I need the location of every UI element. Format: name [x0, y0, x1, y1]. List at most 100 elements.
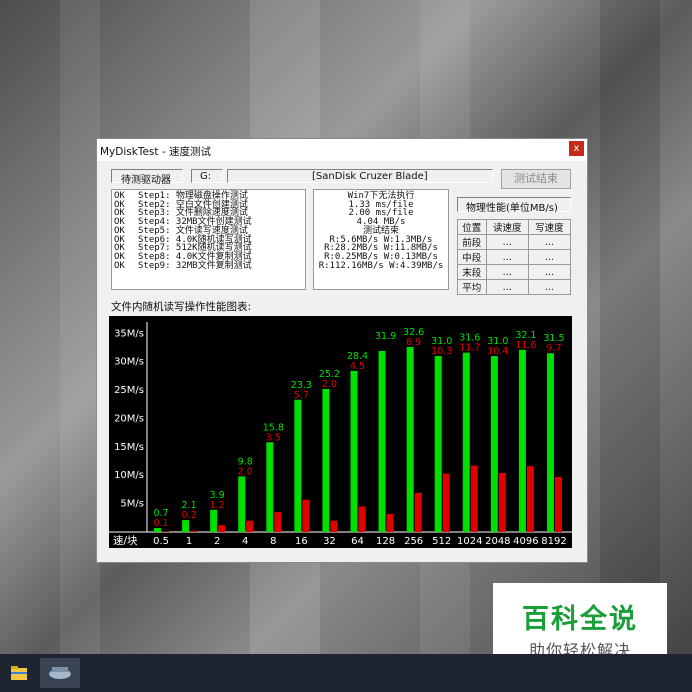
drive-letter: G: [200, 171, 212, 182]
perf-write: ... [527, 234, 572, 250]
x-tick-label: 8 [270, 536, 276, 547]
bar-write [442, 473, 450, 532]
disk-test-app-icon[interactable] [40, 658, 80, 688]
data-label-write: 6.9 [406, 337, 421, 348]
data-label-write: 0.2 [182, 510, 197, 521]
bar-write [246, 520, 254, 532]
data-label-write: 3.5 [266, 432, 281, 443]
perf-title-box: 物理性能(单位MB/s) [457, 197, 571, 214]
taskbar [0, 654, 692, 692]
perf-header-write: 写速度 [527, 219, 572, 235]
bar-read [518, 349, 526, 532]
finish-test-button[interactable]: 测试结束 [501, 169, 571, 189]
bar-write [554, 476, 562, 532]
bar-read [406, 346, 414, 532]
x-tick-label: 4 [242, 536, 248, 547]
bar-write [302, 499, 310, 532]
chart-svg: 5M/s10M/s15M/s20M/s25M/s30M/s35M/s速/块0.7… [109, 322, 572, 547]
x-tick-label: 2 [214, 536, 220, 547]
perf-write: ... [527, 249, 572, 265]
bar-read [350, 370, 358, 532]
steps-panel: OK Step1: 物理磁盘操作测试 OK Step2: 空白文件创建测试 OK Step… [111, 189, 306, 290]
x-tick-label: 1 [186, 536, 192, 547]
bar-read [490, 356, 498, 532]
x-tick-label: 4096 [513, 536, 538, 547]
bar-read [462, 352, 470, 532]
data-label-write: 2.0 [322, 379, 337, 390]
bar-read [546, 353, 554, 532]
data-label-read: 31.9 [375, 331, 396, 342]
y-tick-label: 15M/s [114, 442, 144, 453]
bar-read [210, 509, 218, 532]
bar-read [378, 350, 386, 532]
perf-header-read: 读速度 [485, 219, 529, 235]
x-tick-label: 256 [404, 536, 423, 547]
perf-pos: 末段 [457, 264, 487, 280]
y-tick-label: 10M/s [114, 470, 144, 481]
data-label-write: 9.7 [546, 343, 561, 354]
y-tick-label: 30M/s [114, 357, 144, 368]
perf-write: ... [527, 264, 572, 280]
chart-title: 文件内随机读写操作性能图表: [111, 301, 252, 313]
bar-write [386, 513, 394, 532]
perf-table: 位置 读速度 写速度 前段 ... ... 中段 ... ... 末段 ... … [457, 219, 572, 295]
x-tick-label: 16 [295, 536, 308, 547]
perf-header-pos: 位置 [457, 219, 487, 235]
x-tick-label: 32 [323, 536, 336, 547]
drive-name-box: [SanDisk Cruzer Blade] [227, 169, 493, 183]
y-tick-label: 25M/s [114, 385, 144, 396]
perf-pos: 平均 [457, 279, 487, 295]
data-label-write: 11.6 [515, 340, 536, 351]
y-tick-label: 20M/s [114, 413, 144, 424]
perf-read: ... [485, 264, 529, 280]
data-label-write: 5.7 [294, 390, 309, 401]
bar-write [274, 512, 282, 532]
bar-write [414, 492, 422, 532]
bar-write [498, 472, 506, 532]
x-tick-label: 64 [351, 536, 364, 547]
perf-read: ... [485, 279, 529, 295]
drive-label: 待测驱动器 [121, 175, 171, 186]
x-tick-label: 1024 [457, 536, 482, 547]
bar-read [294, 399, 302, 532]
bar-read [266, 442, 274, 532]
result-line: R:112.16MB/s W:4.39MB/s [318, 260, 444, 271]
x-tick-label: 8192 [541, 536, 566, 547]
perf-title: 物理性能(单位MB/s) [466, 203, 558, 214]
bar-write [330, 520, 338, 532]
data-label-write: 10.3 [431, 346, 452, 357]
perf-write: ... [527, 279, 572, 295]
perf-read: ... [485, 234, 529, 250]
data-label-write: 1.2 [210, 500, 225, 511]
mydisktest-window: MyDiskTest - 速度测试 x 待测驱动器 G: [SanDisk Cr… [96, 138, 588, 563]
perf-pos: 前段 [457, 234, 487, 250]
step-text: Step9: 32MB文件复制测试 [138, 260, 252, 271]
close-button[interactable]: x [569, 141, 584, 156]
drive-label-box: 待测驱动器 [111, 169, 183, 186]
bar-write [190, 530, 198, 532]
file-explorer-icon[interactable] [4, 658, 34, 688]
drive-name: [SanDisk Cruzer Blade] [312, 171, 428, 182]
data-label-write: 0.1 [153, 518, 168, 529]
bar-read [434, 356, 442, 532]
bar-read [238, 476, 246, 532]
results-list: Win7下无法执行 1.33 ms/file 2.00 ms/file 4.04 MB… [314, 192, 448, 270]
bar-read [182, 520, 190, 532]
y-tick-label: 35M/s [114, 328, 144, 339]
bar-write [470, 465, 478, 532]
x-axis-label: 速/块 [113, 535, 138, 547]
bar-write [358, 506, 366, 532]
performance-chart: 5M/s 10M/s 15M/s 20M/s 25M/s 30M/s 35M/s 速/块 0.7… [109, 316, 572, 548]
x-tick-label: 128 [376, 536, 395, 547]
data-label-write: 11.7 [459, 343, 480, 354]
data-label-write: 4.5 [350, 361, 365, 372]
step-row: OK Step9: 32MB文件复制测试 [114, 260, 252, 271]
window-title: MyDiskTest - 速度测试 [100, 146, 211, 158]
data-label-write: 2.0 [238, 466, 253, 477]
x-tick-label: 0.5 [153, 536, 169, 547]
bar-write [218, 525, 226, 532]
watermark-title: 百科全说 [522, 604, 638, 635]
bar-write [526, 466, 534, 532]
bar-write [162, 531, 170, 532]
bar-read [322, 388, 330, 532]
